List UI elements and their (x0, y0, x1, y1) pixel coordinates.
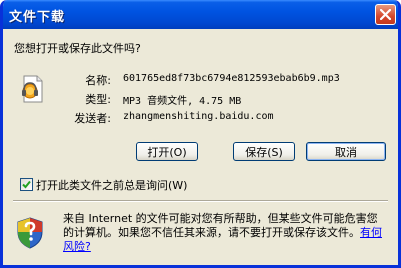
sender-value: zhangmenshiting.baidu.com (123, 111, 274, 122)
name-label: 名称: (85, 74, 111, 87)
security-shield-icon (17, 217, 43, 249)
sender-label: 发送者: (74, 112, 111, 125)
cancel-button[interactable]: 取消 (306, 142, 386, 161)
always-ask-checkbox[interactable] (20, 178, 33, 191)
file-type-value: MP3 音频文件, 4.75 MB (123, 96, 242, 107)
dialog-question: 您想打开或保存此文件吗? (14, 42, 141, 55)
warning-message: 来自 Internet 的文件可能对您有所帮助，但某些文件可能危害您的计算机。如… (63, 212, 378, 239)
window-title: 文件下载 (9, 10, 66, 25)
close-icon (380, 9, 391, 20)
checkmark-icon (22, 180, 31, 189)
open-button[interactable]: 打开(O) (136, 142, 198, 161)
save-button[interactable]: 保存(S) (233, 142, 295, 161)
close-button[interactable] (375, 4, 396, 25)
security-warning: 来自 Internet 的文件可能对您有所帮助，但某些文件可能危害您的计算机。如… (3, 202, 398, 265)
always-ask-label[interactable]: 打开此类文件之前总是询问(W) (36, 177, 187, 193)
warning-text-block: 来自 Internet 的文件可能对您有所帮助，但某些文件可能危害您的计算机。如… (63, 212, 383, 254)
mp3-file-icon (22, 75, 43, 103)
type-label: 类型: (85, 93, 111, 106)
file-download-dialog: 文件下载 您想打开或保存此文件吗? 名称: 601765ed8f73bc6794… (0, 0, 401, 268)
file-name-value: 601765ed8f73bc6794e812593ebab6b9.mp3 (123, 73, 340, 84)
title-bar[interactable]: 文件下载 (3, 0, 398, 29)
